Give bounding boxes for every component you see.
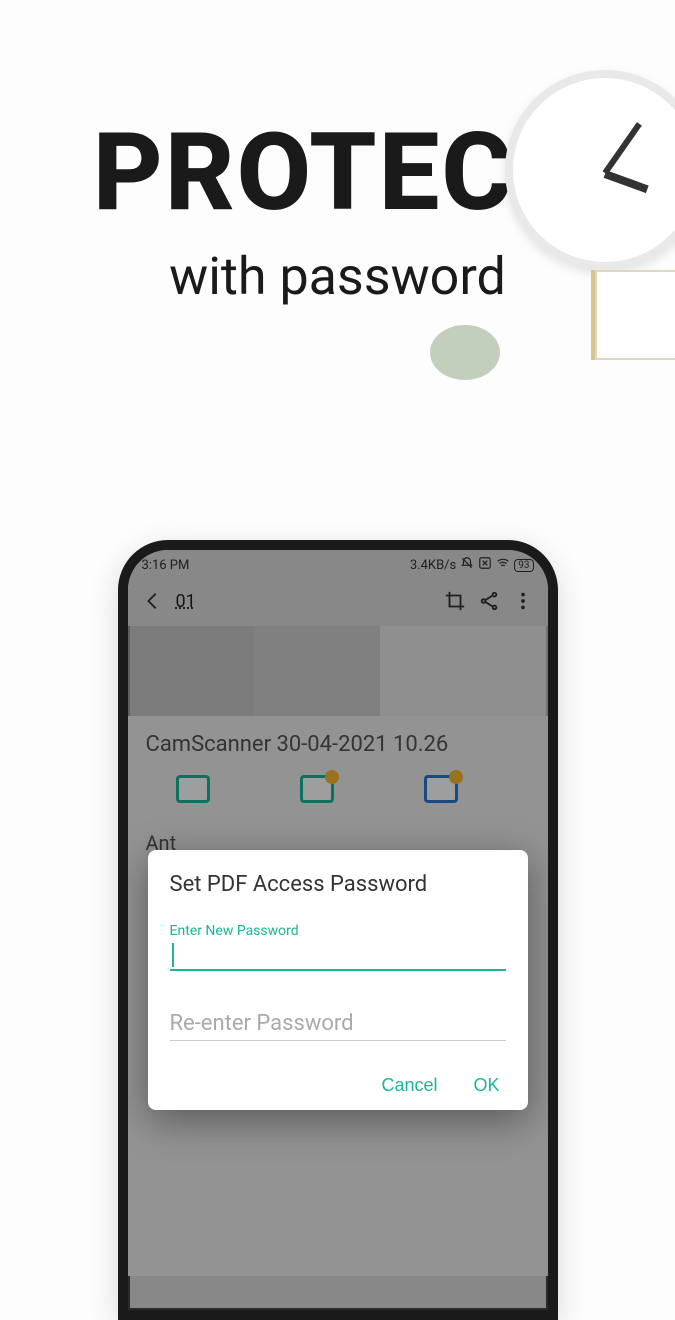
battery-icon: 93 bbox=[514, 559, 533, 572]
share-icon[interactable] bbox=[478, 590, 500, 612]
reenter-password-input[interactable]: Re-enter Password bbox=[170, 1007, 506, 1041]
document-preview bbox=[128, 626, 548, 716]
plant-decoration bbox=[430, 325, 500, 380]
reenter-placeholder: Re-enter Password bbox=[170, 1011, 354, 1036]
word-icon[interactable] bbox=[424, 775, 458, 803]
dialog-title: Set PDF Access Password bbox=[170, 872, 506, 897]
cancel-button[interactable]: Cancel bbox=[381, 1075, 437, 1096]
calendar-decoration bbox=[595, 270, 675, 360]
crop-icon[interactable] bbox=[444, 590, 466, 612]
close-box-icon bbox=[478, 556, 492, 574]
new-password-input[interactable] bbox=[170, 941, 506, 971]
set-password-dialog: Set PDF Access Password Enter New Passwo… bbox=[148, 850, 528, 1110]
wifi-icon bbox=[496, 556, 510, 574]
page-number[interactable]: 01 bbox=[176, 591, 432, 612]
status-time: 3:16 PM bbox=[142, 558, 190, 573]
document-title: CamScanner 30-04-2021 10.26 bbox=[146, 732, 530, 757]
image-premium-icon[interactable] bbox=[300, 775, 334, 803]
back-icon[interactable] bbox=[142, 590, 164, 612]
clock-decoration bbox=[505, 70, 675, 270]
new-password-label: Enter New Password bbox=[170, 923, 506, 939]
status-bar: 3:16 PM 3.4KB/s 93 bbox=[128, 550, 548, 580]
app-bar: 01 bbox=[128, 580, 548, 626]
more-icon[interactable] bbox=[512, 590, 534, 612]
silent-icon bbox=[460, 556, 474, 574]
phone-mockup: 3:16 PM 3.4KB/s 93 01 bbox=[118, 540, 558, 1320]
image-teal-icon[interactable] bbox=[176, 775, 210, 803]
text-cursor bbox=[172, 943, 174, 967]
ok-button[interactable]: OK bbox=[473, 1075, 499, 1096]
status-speed: 3.4KB/s bbox=[410, 558, 456, 573]
